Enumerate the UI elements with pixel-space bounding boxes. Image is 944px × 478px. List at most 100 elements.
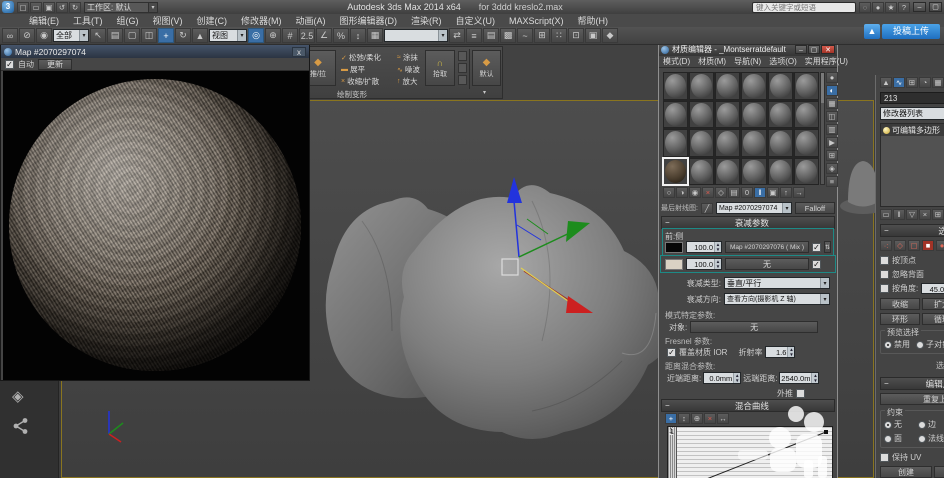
assign-material-icon[interactable]: ◉ [689,187,701,198]
favorites-icon[interactable]: ★ [885,1,897,13]
search-communities-icon[interactable]: ◌ [859,1,871,13]
bind-to-space-warp-icon[interactable]: ◉ [36,28,52,43]
material-sample-slot[interactable] [741,72,767,100]
material-sample-slot[interactable] [663,72,689,100]
ring-button[interactable]: 环形 [880,313,920,325]
align-icon[interactable]: ≡ [466,28,482,43]
repeat-last-button[interactable]: 重复上一个 [880,393,944,405]
modifier-stack[interactable]: 可编辑多边形 [880,123,944,207]
stack-item-editable-poly[interactable]: 可编辑多边形 [881,124,944,136]
pin-stack-icon[interactable]: ▭ [880,209,892,220]
material-sample-slot[interactable] [715,157,741,185]
menu-item-2[interactable]: 组(G) [110,14,146,27]
maximize-button[interactable]: ▢ [929,2,942,12]
select-move-icon[interactable]: + [158,28,174,43]
constraint-edge-radio[interactable] [918,420,926,429]
angle-snap-icon[interactable]: ∠ [316,28,332,43]
brush-spinners[interactable] [458,51,467,85]
menu-item-8[interactable]: 渲染(R) [404,14,449,27]
material-sample-slot[interactable] [741,129,767,157]
max-logo[interactable]: 3 [2,1,14,13]
selection-rollout[interactable]: 选择 [880,224,944,237]
percent-snap-icon[interactable]: % [333,28,349,43]
workspace-dropdown[interactable]: 工作区: 默认 ▾ [84,1,158,13]
graphite-ribbon-icon[interactable]: ▩ [500,28,516,43]
material-sample-slot[interactable] [767,72,793,100]
background-icon[interactable]: ▦ [826,98,838,109]
menu-item-4[interactable]: 创建(C) [190,14,235,27]
share-icon[interactable] [12,417,30,435]
material-sample-slot[interactable] [793,72,819,100]
select-object-icon[interactable]: ↖ [90,28,106,43]
sign-in-icon[interactable]: ● [872,1,884,13]
material-sample-slot[interactable] [767,129,793,157]
material-sample-slot[interactable] [663,100,689,128]
reset-map-icon[interactable]: × [702,187,714,198]
flatten-button[interactable]: ▬ 展平 [341,64,365,75]
constraint-face-radio[interactable] [884,434,892,443]
material-sample-slot[interactable] [715,100,741,128]
close-icon[interactable]: ✕ [821,45,835,54]
material-id-channel-icon[interactable]: 0 [741,187,753,198]
show-end-result-icon[interactable]: ▣ [767,187,779,198]
collapse-button[interactable]: 塌陷 [934,466,944,478]
angle-spinner[interactable]: 45.0▲▼ [921,283,944,294]
remove-modifier-icon[interactable]: × [919,209,931,220]
put-to-library-icon[interactable]: ▤ [728,187,740,198]
material-sample-slot[interactable] [715,129,741,157]
preserve-uv-checkbox[interactable] [880,453,889,462]
material-type-button[interactable]: Falloff [794,202,835,214]
material-sample-slot[interactable] [793,157,819,185]
paint-deform-label[interactable]: 绘制变形 [337,89,367,100]
video-color-check-icon[interactable]: ▥ [826,124,838,135]
vertex-mode-icon[interactable]: ·: [880,240,892,251]
backlight-icon[interactable]: ◐ [826,85,838,96]
material-editor-icon[interactable]: ∷ [551,28,567,43]
loop-button[interactable]: 循环 [922,313,944,325]
show-map-in-viewport-icon[interactable]: ‖ [754,187,766,198]
menu-item-6[interactable]: 动画(A) [289,14,333,27]
create-button[interactable]: 创建 [880,466,932,478]
reset-curve-icon[interactable]: ↔ [717,413,729,424]
by-vertex-checkbox[interactable] [880,256,889,265]
default-brush-button[interactable]: ◆ 默认 [472,50,501,86]
modifier-list-dropdown[interactable]: 修改器列表▾ [880,107,944,120]
select-manipulate-icon[interactable]: ⊕ [265,28,281,43]
grow-button[interactable]: 扩大 [922,298,944,310]
extrapolate-checkbox[interactable] [796,389,805,398]
mirror-icon[interactable]: ⇄ [449,28,465,43]
menu-item-0[interactable]: 编辑(E) [22,14,66,27]
material-sample-slot[interactable] [767,100,793,128]
window-crossing-icon[interactable]: ◫ [141,28,157,43]
select-by-material-icon[interactable]: ◈ [826,163,838,174]
far-distance-spinner[interactable]: 2540.0m ▲ ▼ [779,372,820,384]
move-point-icon[interactable]: + [665,413,677,424]
keyboard-override-icon[interactable]: # [282,28,298,43]
material-sample-slot[interactable] [689,72,715,100]
material-sample-slot[interactable] [741,157,767,185]
material-sample-slot[interactable] [793,100,819,128]
relax-soften-button[interactable]: ✓ 松弛/柔化 [341,52,381,63]
minimize-button[interactable]: ‒ [795,45,807,54]
tab-create[interactable]: ▲ [880,77,892,88]
exaggerate-button[interactable]: ↑ 放大 [397,76,418,87]
open-file-icon[interactable]: ▭ [30,1,42,13]
mix-curve-rollout[interactable]: 混合曲线 [661,399,835,412]
close-icon[interactable]: x [292,46,306,57]
tab-modify[interactable]: ∿ [893,77,905,88]
polygon-mode-icon[interactable]: ■ [922,240,934,251]
render-production-icon[interactable]: ◆ [602,28,618,43]
gem-icon[interactable]: ◈ [12,387,24,405]
menu-item-3[interactable]: 视图(V) [146,14,190,27]
named-selection-sets-icon[interactable]: ▦ [367,28,383,43]
map-window-titlebar[interactable]: Map #2070297074 x [1,45,309,58]
named-selection-dropdown[interactable]: ▾ [384,29,448,42]
constraint-none-radio[interactable] [884,420,892,429]
preview-disable-radio[interactable] [884,340,892,349]
rectangular-region-icon[interactable]: ▢ [124,28,140,43]
delete-point-icon[interactable]: × [704,413,716,424]
select-scale-icon[interactable]: ▲ [192,28,208,43]
unlink-selection-icon[interactable]: ⊘ [19,28,35,43]
menu-item-9[interactable]: 自定义(U) [449,14,503,27]
mix-curve-graph[interactable]: 1 1 0 [667,426,833,478]
